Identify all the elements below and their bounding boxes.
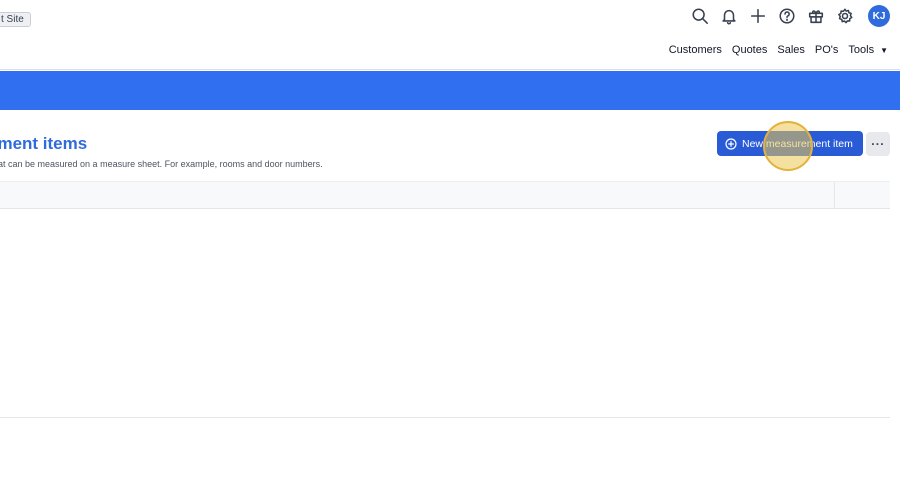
bell-icon[interactable] [718, 5, 740, 27]
top-bar: t Site KJ Customers Quotes Sales PO's To… [0, 0, 900, 70]
gear-icon[interactable] [834, 5, 856, 27]
new-measurement-item-button[interactable]: New measurement item [717, 131, 863, 156]
page-title: ement items [0, 134, 88, 153]
avatar[interactable]: KJ [868, 5, 890, 27]
more-options-button[interactable]: ··· [866, 132, 890, 156]
blue-banner [0, 71, 900, 110]
plus-icon[interactable] [747, 5, 769, 27]
site-badge[interactable]: t Site [0, 12, 31, 27]
new-button-label: New measurement item [742, 137, 853, 150]
table-bottom-border [0, 417, 890, 418]
column-divider [834, 182, 835, 209]
header-icons: KJ [682, 5, 890, 27]
nav-quotes[interactable]: Quotes [732, 44, 767, 56]
help-icon[interactable] [776, 5, 798, 27]
gift-icon[interactable] [805, 5, 827, 27]
chevron-down-icon[interactable]: ▼ [880, 46, 888, 55]
nav-tools[interactable]: Tools [848, 44, 874, 56]
page-description: at can be measured on a measure sheet. F… [0, 159, 323, 169]
nav-customers[interactable]: Customers [669, 44, 722, 56]
nav-pos[interactable]: PO's [815, 44, 839, 56]
table-header [0, 181, 890, 209]
plus-circle-icon [725, 137, 737, 150]
search-icon[interactable] [689, 5, 711, 27]
nav-sales[interactable]: Sales [777, 44, 805, 56]
main-nav: Customers Quotes Sales PO's Tools ▼ [659, 44, 888, 56]
